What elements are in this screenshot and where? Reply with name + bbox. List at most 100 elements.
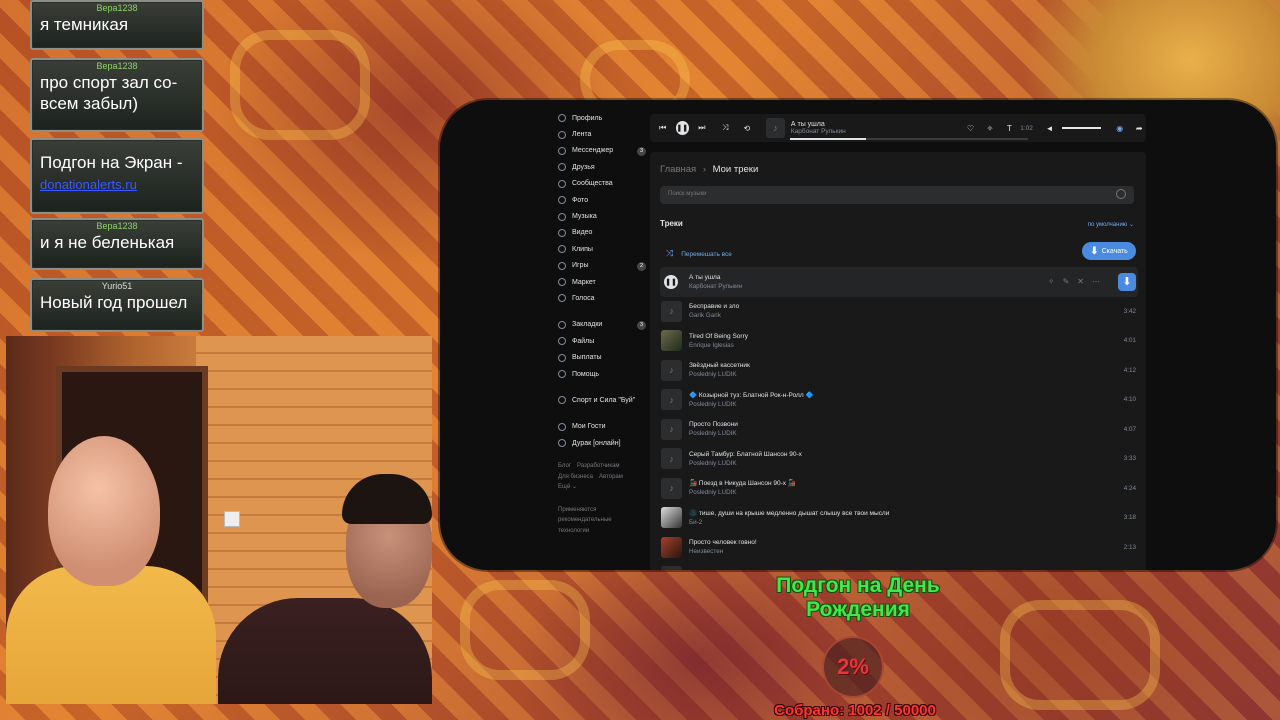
track-row[interactable]: ♪ Серый Тамбур: Блатной Шансон 90-х Posled… xyxy=(660,444,1138,474)
current-track-info[interactable]: А ты ушла Карбонат Рулькин xyxy=(791,121,936,135)
chat-message-text: Новый год прошел xyxy=(40,293,188,312)
sidebar-badge: 3 xyxy=(637,146,646,156)
sidebar-item[interactable]: Помощь xyxy=(558,366,644,382)
chat-message: Подгон на Экран - donationalerts.ru xyxy=(30,138,204,214)
current-track-artist: Карбонат Рулькин xyxy=(790,128,846,135)
volume-slider[interactable] xyxy=(1062,127,1101,129)
track-cover[interactable]: ♪ xyxy=(661,418,682,440)
sidebar-item[interactable]: Профиль xyxy=(558,110,644,126)
search-icon[interactable] xyxy=(1116,189,1126,199)
dislike-icon[interactable]: ♡ xyxy=(964,121,978,135)
track-row[interactable]: ♪ 🚂 Поезд в Никуда Шансон 90-х 🚂 Posledniy… xyxy=(660,474,1138,504)
sort-dropdown[interactable]: по умолчанию ⌄ xyxy=(1088,221,1134,228)
pause-icon[interactable]: ❚❚ xyxy=(664,274,678,289)
sidebar-item[interactable]: Мессенджер 3 xyxy=(558,143,646,159)
track-row[interactable]: Просто человек говно! Неизвестен 2:13 xyxy=(660,533,1138,563)
track-cover[interactable]: ♪ xyxy=(661,477,682,499)
music-search-input[interactable]: Поиск музыки xyxy=(660,186,1134,204)
sidebar-item-app[interactable]: Дурак [онлайн] xyxy=(558,435,644,451)
track-row[interactable]: ♪Я не буду ждать тебя [Я не стану ждать … xyxy=(660,562,1138,570)
group-icon xyxy=(558,396,566,405)
sidebar-item-label: Фото xyxy=(572,196,589,204)
sidebar-item[interactable]: Друзья xyxy=(558,159,644,175)
shuffle-all-button[interactable]: ⤨ Перемешать все xyxy=(666,248,732,259)
track-cover[interactable]: ♪ xyxy=(661,300,682,322)
sidebar-item[interactable]: Видео xyxy=(558,225,644,241)
sidebar-item[interactable]: Маркет xyxy=(558,274,644,290)
track-title: 🚂 Поезд в Никуда Шансон 90-х 🚂 xyxy=(689,480,796,488)
track-cover[interactable]: ♪ xyxy=(661,359,682,381)
track-cover[interactable] xyxy=(661,536,682,558)
games-icon xyxy=(558,261,566,270)
sidebar-item[interactable]: Музыка xyxy=(558,208,644,224)
sidebar-item-group[interactable]: Спорт и Сила "Буй" xyxy=(558,392,644,408)
pause-icon[interactable]: ❚❚ xyxy=(675,121,690,135)
lyrics-icon[interactable]: T xyxy=(1003,121,1017,135)
sidebar-item-app[interactable]: Мои Гости xyxy=(558,419,644,435)
track-row[interactable]: 🌑 тише, души на крыше медленно дышат слы… xyxy=(660,503,1138,533)
music-content: Главная › Мои треки Поиск музыки Треки п… xyxy=(650,152,1146,570)
communities-icon xyxy=(558,179,566,188)
prev-track-icon[interactable]: ⏮ xyxy=(656,121,670,135)
sidebar-badge: 3 xyxy=(637,320,646,330)
sidebar-item[interactable]: Выплаты xyxy=(558,349,644,365)
sidebar-item[interactable]: Файлы xyxy=(558,333,644,349)
track-cover[interactable] xyxy=(661,330,682,352)
breadcrumb-home[interactable]: Главная xyxy=(660,164,696,175)
download-button[interactable]: ⬇ Скачать xyxy=(1082,242,1136,260)
person-left-body xyxy=(6,566,216,704)
clips-icon xyxy=(558,245,566,254)
chat-link[interactable]: donationalerts.ru xyxy=(32,177,202,196)
track-info: Бесправие и зло Garik Garik xyxy=(689,302,1124,320)
sidebar-item[interactable]: Закладки 3 xyxy=(558,317,646,333)
breadcrumb-current: Мои треки xyxy=(712,164,759,175)
footer-link[interactable]: Ещё ⌄ xyxy=(558,484,577,490)
track-row[interactable]: ❚❚ А ты ушла Карбонат Рулькин ✧✎✕⋯ ⬇ xyxy=(660,267,1138,297)
sidebar-item[interactable]: Голоса xyxy=(558,290,644,306)
track-row[interactable]: ♪ 🔷 Козырной туз: Блатной Рок-н-Ролл 🔷 Pos… xyxy=(660,385,1138,415)
vk-sidebar: Профиль Лента Мессенджер 3 Друзья Сообщества Ф… xyxy=(558,110,646,536)
track-row[interactable]: ♪ Просто Позвони Posledniy LUDIK 4:07 xyxy=(660,415,1138,445)
donation-goal-title: Подгон на День Рождения xyxy=(776,574,940,621)
person-left-head xyxy=(48,436,160,586)
sidebar-item[interactable]: Фото xyxy=(558,192,644,208)
shuffle-icon[interactable]: ⤨ xyxy=(719,121,733,135)
recommend-icon[interactable]: ✧ xyxy=(983,121,997,135)
footer-link[interactable]: Блог xyxy=(558,463,571,469)
track-cover[interactable] xyxy=(661,507,682,529)
footer-link[interactable]: Разработчикам xyxy=(577,463,620,469)
track-cover[interactable]: ♪ xyxy=(661,389,682,411)
sidebar-item[interactable]: Игры 2 xyxy=(558,258,646,274)
sidebar-item[interactable]: Клипы xyxy=(558,241,644,257)
sidebar-item[interactable]: Сообщества xyxy=(558,176,644,192)
track-cover[interactable]: ♪ xyxy=(661,448,682,470)
messenger-icon xyxy=(558,146,566,155)
next-track-icon[interactable]: ⏭ xyxy=(695,121,709,135)
track-actions[interactable]: ✧✎✕⋯ xyxy=(1048,277,1108,286)
track-cover[interactable]: ♪ xyxy=(661,566,682,570)
light-switch xyxy=(224,511,240,527)
repeat-icon[interactable]: ⟲ xyxy=(740,121,754,135)
volume-icon[interactable]: ◄ xyxy=(1043,121,1057,135)
chat-message-text: и я не беленькая xyxy=(40,233,175,252)
sidebar-item[interactable]: Лента xyxy=(558,126,644,142)
app-icon xyxy=(558,422,566,431)
broadcast-icon[interactable]: ◉ xyxy=(1113,121,1127,135)
track-row[interactable]: ♪ Бесправие и зло Garik Garik 3:42 xyxy=(660,297,1138,327)
track-title: А ты ушла xyxy=(689,273,721,281)
track-title: Tired Of Being Sorry xyxy=(689,332,749,340)
track-row[interactable]: ♪ Звёздный кассетник Posledniy LUDIK 4:12 xyxy=(660,356,1138,386)
download-icon[interactable]: ⬇ xyxy=(1118,272,1136,291)
chat-message-text: Подгон на Экран - xyxy=(40,153,183,172)
track-row[interactable]: Tired Of Being Sorry Enrique Iglesias 4:01 xyxy=(660,326,1138,356)
share-icon[interactable]: ➦ xyxy=(1133,121,1147,135)
footer-links: Блог Разработчикам xyxy=(558,461,644,472)
sidebar-item-label: Видео xyxy=(572,229,593,237)
track-artist: Posledniy LUDIK xyxy=(689,371,737,379)
footer-link[interactable]: Авторам xyxy=(599,474,623,480)
track-title: Бесправие и зло xyxy=(689,303,740,311)
sidebar-divider xyxy=(558,382,644,392)
track-progress-bar[interactable] xyxy=(790,138,1028,140)
footer-link[interactable]: Для бизнеса xyxy=(558,474,593,480)
votes-icon xyxy=(558,294,566,303)
